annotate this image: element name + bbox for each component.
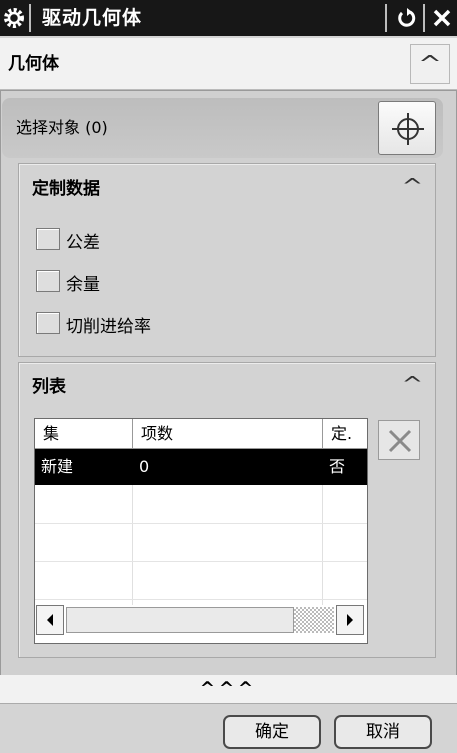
expand-more-icon: ^^^ xyxy=(199,678,258,699)
tolerance-label: 公差 xyxy=(66,233,100,253)
custom-data-collapse-icon[interactable]: ^ xyxy=(401,174,423,198)
ok-button[interactable]: 确定 xyxy=(223,715,321,749)
select-object-label: 选择对象 (0) xyxy=(16,118,108,137)
table-row[interactable]: 新建 0 否 xyxy=(35,449,367,485)
title-bar: 驱动几何体 xyxy=(0,0,457,36)
delete-button[interactable] xyxy=(378,420,420,460)
geometry-header: 几何体 ^ xyxy=(0,38,457,90)
column-header-set[interactable]: 集 xyxy=(35,419,133,449)
window-title: 驱动几何体 xyxy=(42,7,143,29)
feed-rate-checkbox[interactable] xyxy=(36,312,60,334)
list-collapse-icon[interactable]: ^ xyxy=(401,372,423,396)
chevron-up-icon: ^ xyxy=(418,52,442,77)
more-options-bar[interactable]: ^^^ xyxy=(0,675,457,703)
title-separator xyxy=(423,4,425,32)
close-icon[interactable] xyxy=(430,6,454,30)
reset-icon[interactable] xyxy=(395,6,419,30)
list-title: 列表 xyxy=(32,377,66,397)
scroll-right-button[interactable] xyxy=(336,605,364,635)
column-header-count[interactable]: 项数 xyxy=(133,419,323,449)
feed-rate-label: 切削进给率 xyxy=(66,317,151,337)
stock-label: 余量 xyxy=(66,275,100,295)
cancel-button[interactable]: 取消 xyxy=(334,715,432,749)
select-object-row[interactable]: 选择对象 (0) xyxy=(2,98,443,158)
grid-line xyxy=(322,485,323,605)
horizontal-scrollbar[interactable] xyxy=(36,605,366,635)
grid-line xyxy=(132,485,133,605)
grid-line xyxy=(35,523,367,524)
table-cell: 0 xyxy=(139,457,150,476)
tolerance-checkbox[interactable] xyxy=(36,228,60,250)
stock-checkbox[interactable] xyxy=(36,270,60,292)
gear-icon[interactable] xyxy=(2,6,26,30)
scroll-track[interactable] xyxy=(294,607,334,633)
geometry-collapse-button[interactable]: ^ xyxy=(410,44,450,84)
table-cell: 否 xyxy=(329,457,346,476)
grid-line xyxy=(35,561,367,562)
delete-icon xyxy=(388,429,412,453)
title-separator xyxy=(29,4,31,32)
grid-line xyxy=(35,599,367,600)
custom-data-title: 定制数据 xyxy=(32,179,100,199)
geometry-header-label: 几何体 xyxy=(8,54,59,74)
table-cell: 新建 xyxy=(41,457,74,476)
crosshair-icon xyxy=(392,113,424,145)
title-separator xyxy=(385,4,387,32)
column-header-custom[interactable]: 定. xyxy=(323,419,367,449)
scroll-left-button[interactable] xyxy=(36,605,64,635)
select-object-button[interactable] xyxy=(378,101,436,155)
scroll-thumb[interactable] xyxy=(66,607,294,633)
